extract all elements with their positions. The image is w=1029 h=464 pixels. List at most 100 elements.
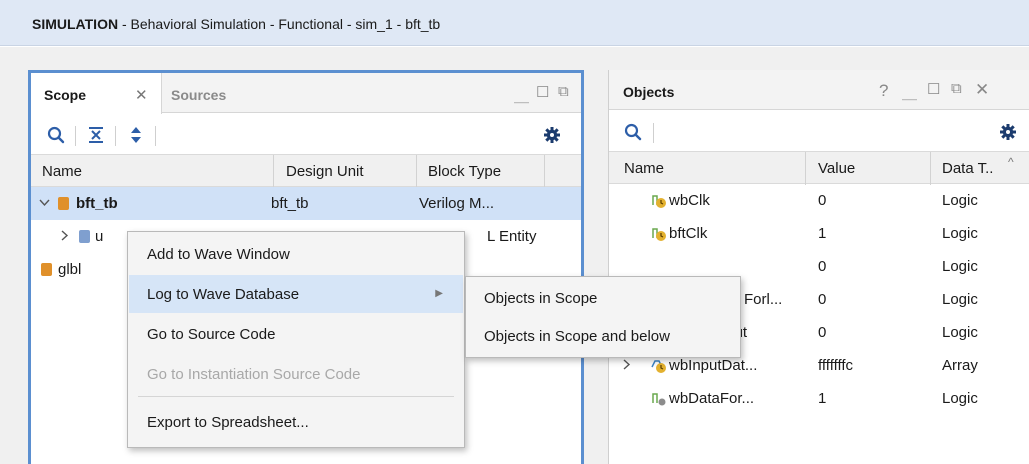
- help-icon[interactable]: ?: [879, 81, 888, 101]
- menu-item-objects-in-scope[interactable]: Objects in Scope: [467, 279, 739, 317]
- object-row[interactable]: bftClk 1 Logic: [609, 217, 1029, 250]
- simulation-title-bar: SIMULATION - Behavioral Simulation - Fun…: [0, 0, 1029, 46]
- object-row[interactable]: wbDataFor... 1 Logic: [609, 382, 1029, 415]
- object-type: Logic: [942, 258, 978, 275]
- object-value: fffffffc: [818, 357, 854, 374]
- object-name: wbDataFor...: [669, 390, 755, 407]
- search-icon[interactable]: [45, 124, 67, 146]
- tab-scope[interactable]: Scope ✕: [31, 73, 162, 114]
- tab-sources[interactable]: Sources: [171, 73, 226, 113]
- toolbar-divider: [653, 123, 654, 143]
- col-name[interactable]: Name: [624, 160, 664, 177]
- array-signal-icon: [651, 358, 667, 374]
- objects-header: Objects ? ＿ ☐ ⧉ ✕: [609, 70, 1029, 110]
- gear-icon[interactable]: [997, 121, 1019, 143]
- submenu-arrow-icon: ▶: [435, 288, 443, 299]
- object-name: wbInputDat...: [669, 357, 758, 374]
- object-type: Logic: [942, 225, 978, 242]
- minimize-icon[interactable]: ＿: [514, 85, 529, 106]
- toolbar-divider: [155, 126, 156, 146]
- menu-item-go-to-instantiation-source-code: Go to Instantiation Source Code: [129, 355, 463, 393]
- scope-row-design-unit: bft_tb: [271, 195, 309, 212]
- scroll-up-icon[interactable]: ^: [1008, 155, 1014, 169]
- signal-icon: [651, 391, 667, 407]
- menu-item-label: Log to Wave Database: [147, 286, 300, 303]
- menu-item-label: Objects in Scope and below: [484, 328, 670, 345]
- column-divider[interactable]: [805, 152, 806, 185]
- col-data-type[interactable]: Data T..: [942, 160, 993, 177]
- chevron-right-icon[interactable]: [623, 356, 631, 374]
- chevron-down-icon[interactable]: [39, 194, 50, 211]
- object-value: 0: [818, 258, 827, 275]
- column-divider[interactable]: [273, 155, 274, 188]
- scope-row-block-type: L Entity: [487, 228, 537, 245]
- scope-toolbar: [31, 114, 581, 154]
- object-type: Logic: [942, 192, 978, 209]
- float-icon[interactable]: ⧉: [558, 83, 569, 100]
- object-type: Logic: [942, 324, 978, 341]
- menu-item-label: Add to Wave Window: [147, 246, 290, 263]
- module-icon: [58, 197, 69, 210]
- menu-item-export-to-spreadsheet[interactable]: Export to Spreadsheet...: [129, 403, 463, 441]
- close-tab-icon[interactable]: ✕: [135, 86, 148, 104]
- object-name: Forl...: [744, 291, 783, 308]
- menu-item-go-to-source-code[interactable]: Go to Source Code: [129, 315, 463, 353]
- col-name[interactable]: Name: [42, 163, 82, 180]
- context-menu: Add to Wave Window Log to Wave Database …: [127, 231, 465, 448]
- object-row[interactable]: wbClk 0 Logic: [609, 184, 1029, 217]
- object-value: 0: [818, 291, 827, 308]
- menu-item-label: Go to Source Code: [147, 326, 276, 343]
- object-value: 1: [818, 390, 827, 407]
- object-type: Array: [942, 357, 978, 374]
- collapse-all-icon[interactable]: [85, 124, 107, 146]
- column-divider[interactable]: [416, 155, 417, 188]
- menu-item-label: Export to Spreadsheet...: [147, 414, 309, 431]
- tab-scope-label: Scope: [44, 87, 87, 103]
- close-icon[interactable]: ✕: [975, 80, 989, 100]
- object-type: Logic: [942, 390, 978, 407]
- toolbar-divider: [75, 126, 76, 146]
- maximize-icon[interactable]: ☐: [536, 83, 549, 101]
- object-name: bftClk: [669, 225, 708, 242]
- col-design-unit[interactable]: Design Unit: [286, 163, 364, 180]
- scope-row-block-type: Verilog M...: [419, 195, 495, 212]
- col-block-type[interactable]: Block Type: [428, 163, 501, 180]
- clock-signal-icon: [651, 226, 667, 242]
- minimize-icon[interactable]: ＿: [902, 82, 917, 103]
- object-value: 0: [818, 192, 827, 209]
- col-value[interactable]: Value: [818, 160, 855, 177]
- scope-row-name: bft_tb: [76, 195, 118, 212]
- gear-icon[interactable]: [541, 124, 563, 146]
- expand-all-icon[interactable]: [125, 124, 147, 146]
- column-divider[interactable]: [930, 152, 931, 185]
- chevron-right-icon[interactable]: [61, 227, 69, 245]
- menu-item-label: Go to Instantiation Source Code: [147, 366, 361, 383]
- object-value: 1: [818, 225, 827, 242]
- menu-item-label: Objects in Scope: [484, 290, 598, 307]
- objects-panel: Objects ? ＿ ☐ ⧉ ✕ Name Value Data T.. ^ …: [608, 70, 1029, 464]
- scope-row-bft-tb[interactable]: bft_tb bft_tb Verilog M...: [31, 187, 581, 220]
- clock-signal-icon: [651, 193, 667, 209]
- menu-item-objects-in-scope-and-below[interactable]: Objects in Scope and below: [467, 317, 739, 355]
- scope-table-header: Name Design Unit Block Type: [31, 154, 581, 188]
- column-divider[interactable]: [544, 155, 545, 188]
- module-icon: [41, 263, 52, 276]
- scope-tabbar: Scope ✕ Sources ＿ ☐ ⧉: [31, 73, 581, 114]
- float-icon[interactable]: ⧉: [951, 80, 962, 97]
- scope-row-name: glbl: [58, 261, 82, 278]
- scope-row-name: u: [95, 228, 104, 245]
- objects-toolbar: [609, 111, 1029, 151]
- maximize-icon[interactable]: ☐: [927, 80, 940, 98]
- log-to-wave-submenu: Objects in Scope Objects in Scope and be…: [465, 276, 741, 358]
- menu-item-add-to-wave-window[interactable]: Add to Wave Window: [129, 235, 463, 273]
- menu-item-log-to-wave-database[interactable]: Log to Wave Database ▶: [129, 275, 463, 313]
- search-icon[interactable]: [622, 121, 644, 143]
- toolbar-divider: [115, 126, 116, 146]
- objects-table-header: Name Value Data T.. ^: [609, 151, 1029, 185]
- object-value: 0: [818, 324, 827, 341]
- simulation-label: SIMULATION: [32, 16, 119, 32]
- tab-sources-label: Sources: [171, 87, 227, 103]
- simulation-subtitle: - Behavioral Simulation - Functional - s…: [118, 16, 441, 32]
- menu-separator: [138, 396, 454, 397]
- object-type: Logic: [942, 291, 978, 308]
